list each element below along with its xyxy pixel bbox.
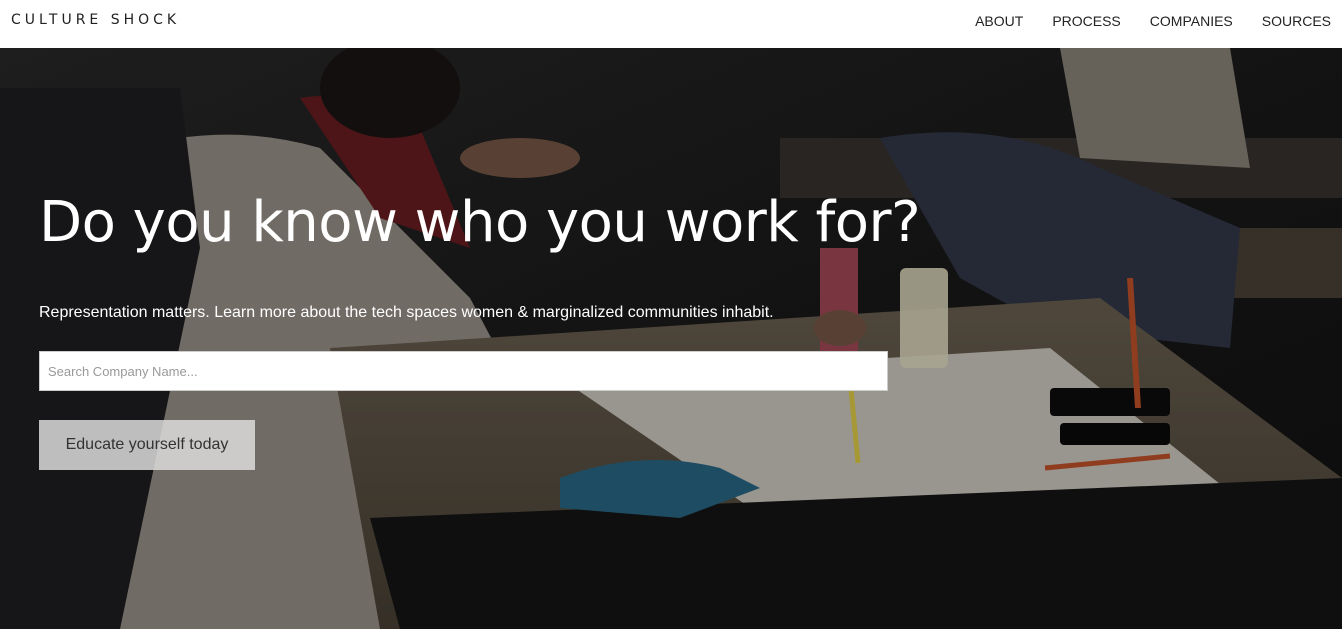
brand-logo-link[interactable]: CULTURE SHOCK <box>11 12 180 28</box>
company-search-input[interactable] <box>39 351 888 391</box>
hero-title: Do you know who you work for? <box>39 190 921 255</box>
nav-link-process[interactable]: PROCESS <box>1052 13 1120 29</box>
nav-link-sources[interactable]: SOURCES <box>1262 13 1331 29</box>
hero-section: Do you know who you work for? Representa… <box>0 48 1342 629</box>
educate-yourself-button[interactable]: Educate yourself today <box>39 420 255 470</box>
nav-link-about[interactable]: ABOUT <box>975 13 1023 29</box>
nav-links: ABOUT PROCESS COMPANIES SOURCES <box>975 13 1331 29</box>
nav-link-companies[interactable]: COMPANIES <box>1150 13 1233 29</box>
hero-subtitle: Representation matters. Learn more about… <box>39 304 774 321</box>
top-navigation-bar: CULTURE SHOCK ABOUT PROCESS COMPANIES SO… <box>0 0 1342 48</box>
hero-dark-overlay <box>0 48 1342 629</box>
